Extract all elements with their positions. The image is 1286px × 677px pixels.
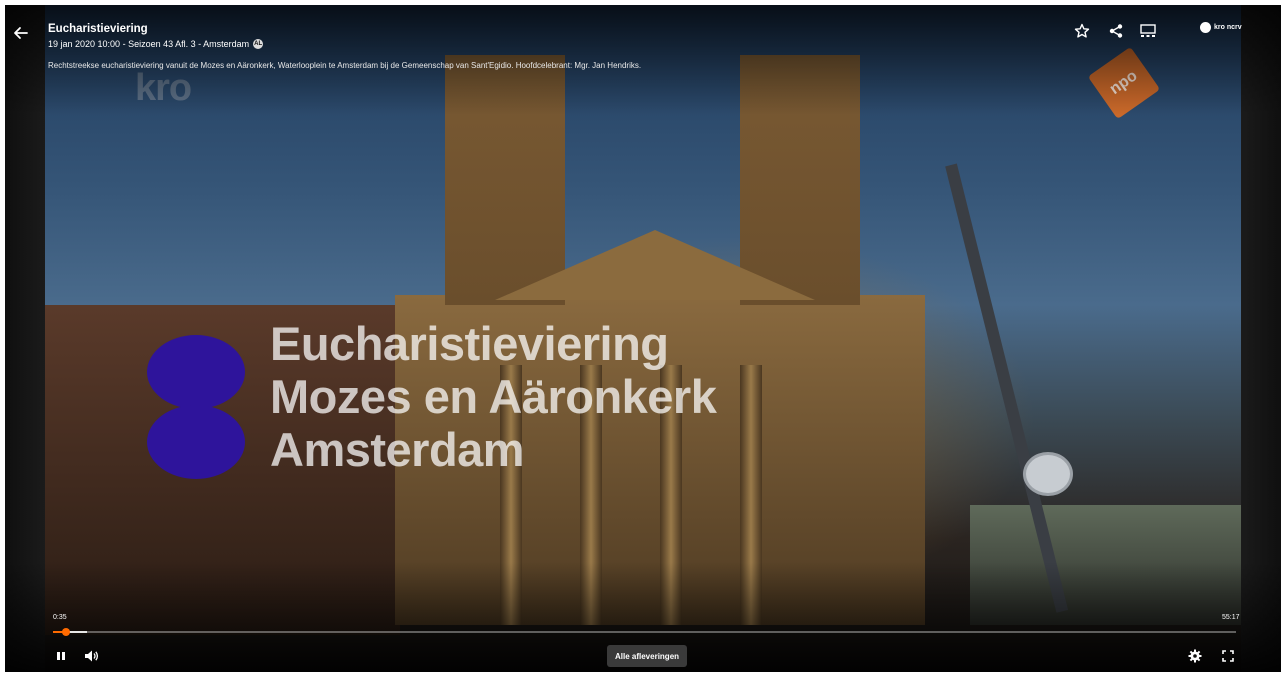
age-rating-badge: AL	[253, 39, 264, 49]
back-button[interactable]	[10, 22, 32, 44]
program-logo-circle-top	[147, 335, 245, 409]
back-arrow-icon	[14, 27, 28, 39]
overlay-line: Eucharistieviering	[270, 317, 669, 370]
pause-icon	[57, 652, 65, 660]
progress-bar[interactable]	[53, 628, 1236, 636]
program-logo-circle-bottom	[147, 405, 245, 479]
settings-button[interactable]	[1187, 648, 1203, 664]
share-icon	[1109, 24, 1123, 38]
progress-handle[interactable]	[61, 628, 70, 636]
fullscreen-icon	[1222, 650, 1234, 662]
pause-button[interactable]	[53, 648, 69, 664]
all-episodes-button[interactable]: Alle afleveringen	[607, 645, 688, 667]
kro-ncrv-logo-mark	[1200, 22, 1211, 33]
episode-meta: 19 jan 2020 10:00 - Seizoen 43 Afl. 3 - …	[48, 39, 250, 49]
total-duration: 55:17	[1222, 614, 1240, 621]
kro-ncrv-logo-text: kro ncrv	[1214, 24, 1242, 31]
share-button[interactable]	[1105, 20, 1127, 42]
kro-ncrv-logo: kro ncrv	[1200, 22, 1242, 33]
volume-button[interactable]	[82, 647, 100, 665]
fullscreen-button[interactable]	[1220, 648, 1236, 664]
video-overlay-title: Eucharistieviering Mozes en Aäronkerk Am…	[270, 317, 1070, 476]
favorite-button[interactable]	[1071, 20, 1093, 42]
volume-icon	[85, 650, 99, 662]
video-player[interactable]: kro npo Eucharistieviering Mozes en Aäro…	[5, 5, 1281, 672]
episode-info: 19 jan 2020 10:00 - Seizoen 43 Afl. 3 - …	[48, 39, 264, 49]
gear-icon	[1188, 649, 1202, 663]
overlay-line: Mozes en Aäronkerk	[270, 370, 717, 423]
overlay-line: Amsterdam	[270, 423, 525, 476]
chapters-button[interactable]	[1137, 20, 1159, 42]
episode-description: Rechtstreekse eucharistieviering vanuit …	[48, 61, 642, 70]
star-icon	[1074, 23, 1090, 38]
chapters-icon	[1140, 24, 1156, 37]
program-title: Eucharistieviering	[48, 23, 148, 35]
current-time: 0:35	[53, 614, 67, 621]
